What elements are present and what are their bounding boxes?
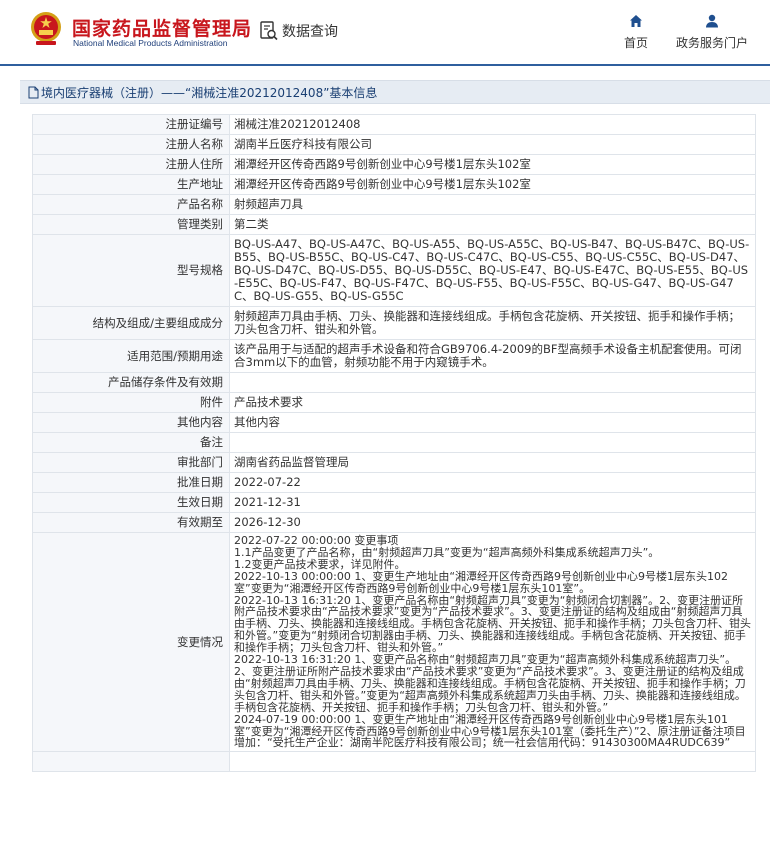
table-row: 注册证编号 湘械注准20212012408 (32, 114, 756, 135)
user-icon (706, 14, 718, 28)
table-row: 审批部门 湖南省药品监督管理局 (32, 452, 756, 473)
field-label: 管理类别 (32, 214, 230, 235)
table-row: 注册人名称 湖南半丘医疗科技有限公司 (32, 134, 756, 155)
field-value (229, 432, 756, 453)
field-label: 备注 (32, 432, 230, 453)
table-row: 有效期至 2026-12-30 (32, 512, 756, 533)
field-label: 其他内容 (32, 412, 230, 433)
field-value: 湘潭经开区传奇西路9号创新创业中心9号楼1层东头102室 (229, 154, 756, 175)
field-label: 型号规格 (32, 234, 230, 307)
field-value: 湘械注准20212012408 (229, 114, 756, 135)
field-label: 结构及组成/主要组成成分 (32, 306, 230, 340)
data-search-icon (260, 21, 278, 41)
field-label: 注册人住所 (32, 154, 230, 175)
field-value-changes: 2022-07-22 00:00:00 变更事项 1.1产品变更了产品名称，由“… (229, 531, 756, 753)
field-value: BQ-US-A47、BQ-US-A47C、BQ-US-A55、BQ-US-A55… (229, 234, 756, 307)
detail-table: 注册证编号 湘械注准20212012408 注册人名称 湖南半丘医疗科技有限公司… (32, 114, 756, 773)
table-row: 产品储存条件及有效期 (32, 372, 756, 393)
table-row: 批准日期 2022-07-22 (32, 472, 756, 493)
field-value: 湖南省药品监督管理局 (229, 452, 756, 473)
table-row (32, 751, 756, 773)
field-value: 2021-12-31 (229, 492, 756, 513)
table-row: 型号规格 BQ-US-A47、BQ-US-A47C、BQ-US-A55、BQ-U… (32, 234, 756, 307)
data-query-link[interactable]: 数据查询 (259, 19, 338, 43)
field-label: 产品储存条件及有效期 (32, 372, 230, 393)
national-emblem-icon (31, 12, 61, 45)
field-label (32, 751, 230, 773)
field-value: 第二类 (229, 214, 756, 235)
site-logo-subtitle: National Medical Products Administration (73, 38, 228, 48)
field-label: 注册证编号 (32, 114, 230, 135)
field-value (229, 372, 756, 393)
field-value: 2026-12-30 (229, 512, 756, 533)
table-row: 生效日期 2021-12-31 (32, 492, 756, 513)
field-value: 射频超声刀具 (229, 194, 756, 215)
field-value: 湘潭经开区传奇西路9号创新创业中心9号楼1层东头102室 (229, 174, 756, 195)
field-label: 附件 (32, 392, 230, 413)
table-row: 其他内容 其他内容 (32, 412, 756, 433)
field-label: 变更情况 (32, 531, 230, 753)
site-header: 国家药品监督管理局 National Medical Products Admi… (0, 0, 770, 66)
record-title: 境内医疗器械（注册）——“湘械注准20212012408”基本信息 (41, 85, 378, 100)
table-row: 备注 (32, 432, 756, 453)
table-row: 注册人住所 湘潭经开区传奇西路9号创新创业中心9号楼1层东头102室 (32, 154, 756, 175)
field-value: 产品技术要求 (229, 392, 756, 413)
table-row: 结构及组成/主要组成成分 射频超声刀具由手柄、刀头、换能器和连接线组成。手柄包含… (32, 306, 756, 340)
field-label: 注册人名称 (32, 134, 230, 155)
home-icon (630, 15, 642, 27)
nav-home[interactable]: 首页 (622, 14, 650, 51)
field-label: 有效期至 (32, 512, 230, 533)
field-label: 适用范围/预期用途 (32, 339, 230, 373)
table-row: 附件 产品技术要求 (32, 392, 756, 413)
record-title-bar: 境内医疗器械（注册）——“湘械注准20212012408”基本信息 (20, 80, 770, 104)
field-value: 湖南半丘医疗科技有限公司 (229, 134, 756, 155)
document-icon (28, 86, 39, 98)
field-value: 其他内容 (229, 412, 756, 433)
nav-service-portal-label: 政务服务门户 (675, 36, 748, 50)
table-row: 产品名称 射频超声刀具 (32, 194, 756, 215)
field-value: 射频超声刀具由手柄、刀头、换能器和连接线组成。手柄包含花旋柄、开关按钮、扼手和操… (229, 306, 756, 340)
field-label: 审批部门 (32, 452, 230, 473)
field-label: 生产地址 (32, 174, 230, 195)
table-row: 管理类别 第二类 (32, 214, 756, 235)
data-query-label: 数据查询 (282, 24, 338, 40)
table-row: 适用范围/预期用途 该产品用于与适配的超声手术设备和符合GB9706.4-200… (32, 339, 756, 373)
field-label: 生效日期 (32, 492, 230, 513)
nav-service-portal[interactable]: 政务服务门户 (674, 14, 750, 51)
nav-home-label: 首页 (623, 36, 648, 50)
field-value (229, 751, 756, 773)
table-row: 生产地址 湘潭经开区传奇西路9号创新创业中心9号楼1层东头102室 (32, 174, 756, 195)
field-value: 2022-07-22 (229, 472, 756, 493)
field-value: 该产品用于与适配的超声手术设备和符合GB9706.4-2009的BF型高频手术设… (229, 339, 756, 373)
field-label: 产品名称 (32, 194, 230, 215)
site-logo-title[interactable]: 国家药品监督管理局 (72, 14, 252, 41)
table-row: 变更情况 2022-07-22 00:00:00 变更事项 1.1产品变更了产品… (32, 531, 756, 753)
field-label: 批准日期 (32, 472, 230, 493)
